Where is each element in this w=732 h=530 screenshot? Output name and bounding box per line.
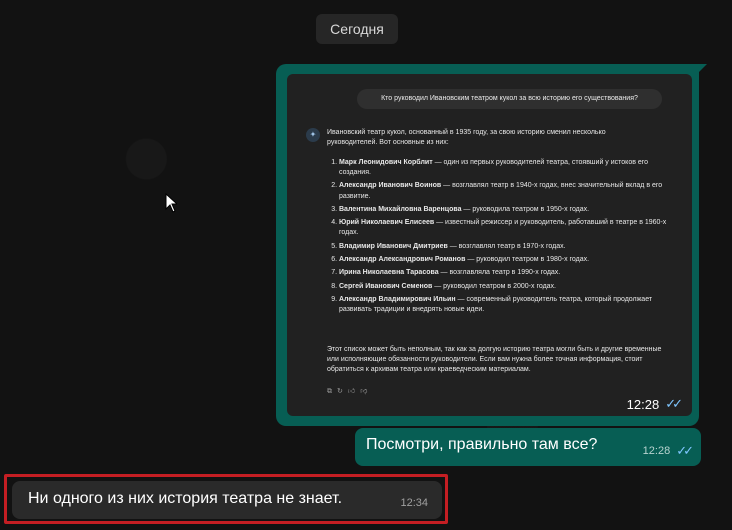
leader-description: — возглавляла театр в 1990-х годах. <box>438 269 561 277</box>
screenshot-leader-item: Владимир Иванович Дмитриев — возглавлял … <box>339 242 679 252</box>
outgoing-message-time: 12:28 <box>642 445 671 457</box>
screenshot-leader-item: Александр Иванович Воинов — возглавлял т… <box>339 181 679 201</box>
screenshot-leader-item: Юрий Николаевич Елисеев — известный режи… <box>339 218 679 238</box>
screenshot-leader-list: Марк Леонидович Корблит — один из первых… <box>327 158 679 319</box>
screenshot-leader-item: Валентина Михайловна Варенцова — руковод… <box>339 205 679 215</box>
outgoing-message-text: Посмотри, правильно там все? <box>366 436 598 453</box>
assistant-logo-icon: ✦ <box>306 128 320 142</box>
leader-name: Марк Леонидович Корблит <box>339 159 433 166</box>
read-ticks-icon: ✓✓ <box>665 396 683 411</box>
red-highlight-frame <box>4 474 448 524</box>
screenshot-question: Кто руководил Ивановским театром кукол з… <box>357 89 662 109</box>
leader-description: — руководил театром в 2000-х годах. <box>432 282 557 290</box>
leader-name: Александр Владимирович Ильин <box>339 296 456 304</box>
leader-name: Александр Александрович Романов <box>339 256 466 264</box>
thumbs-up-icon: 👍︎ <box>347 388 356 395</box>
image-message-time: 12:28 <box>626 396 660 412</box>
screenshot-outro: Этот список может быть неполным, так как… <box>327 346 662 374</box>
leader-name: Юрий Николаевич Елисеев <box>339 219 435 227</box>
regenerate-icon: ↻ <box>337 388 343 395</box>
leader-name: Сергей Иванович Семенов <box>339 282 433 290</box>
leader-name: Ирина Николаевна Тарасова <box>339 269 439 277</box>
screenshot-intro: Ивановский театр кукол, основанный в 193… <box>327 129 606 147</box>
image-message-bubble[interactable]: Кто руководил Ивановским театром кукол з… <box>276 64 707 426</box>
leader-name: Александр Иванович Воинов <box>339 182 442 190</box>
leader-name: Владимир Иванович Дмитриев <box>339 242 448 250</box>
screenshot-action-icons: ⧉ ↻ 👍︎ 👎︎ <box>327 387 367 397</box>
leader-description: — возглавлял театр в 1970-х годах. <box>447 242 566 250</box>
leader-description: — руководил театром в 1980-х годах. <box>465 256 590 264</box>
outgoing-message-bubble[interactable]: Посмотри, правильно там все? 12:28 ✓✓ <box>355 428 701 466</box>
screenshot-leader-item: Александр Александрович Романов — руково… <box>339 255 679 265</box>
screenshot-leader-item: Ирина Николаевна Тарасова — возглавляла … <box>339 268 679 278</box>
image-message-meta: 12:28 ✓✓ <box>626 396 683 412</box>
read-ticks-icon: ✓✓ <box>676 443 694 458</box>
screenshot-leader-item: Александр Владимирович Ильин — современн… <box>339 295 679 315</box>
screenshot-leader-item: Сергей Иванович Семенов — руководил теат… <box>339 282 679 292</box>
outgoing-message-meta: 12:28 ✓✓ <box>642 443 694 459</box>
chatgpt-screenshot-image[interactable]: Кто руководил Ивановским театром кукол з… <box>287 74 692 416</box>
screenshot-leader-item: Марк Леонидович Корблит — один из первых… <box>339 158 679 178</box>
mouse-cursor-icon <box>165 193 177 213</box>
copy-icon: ⧉ <box>327 388 332 395</box>
thumbs-down-icon: 👎︎ <box>360 388 368 395</box>
leader-description: — руководила театром в 1950-х годах. <box>461 205 590 213</box>
leader-name: Валентина Михайловна Варенцова <box>339 205 462 213</box>
date-separator: Сегодня <box>316 14 398 44</box>
